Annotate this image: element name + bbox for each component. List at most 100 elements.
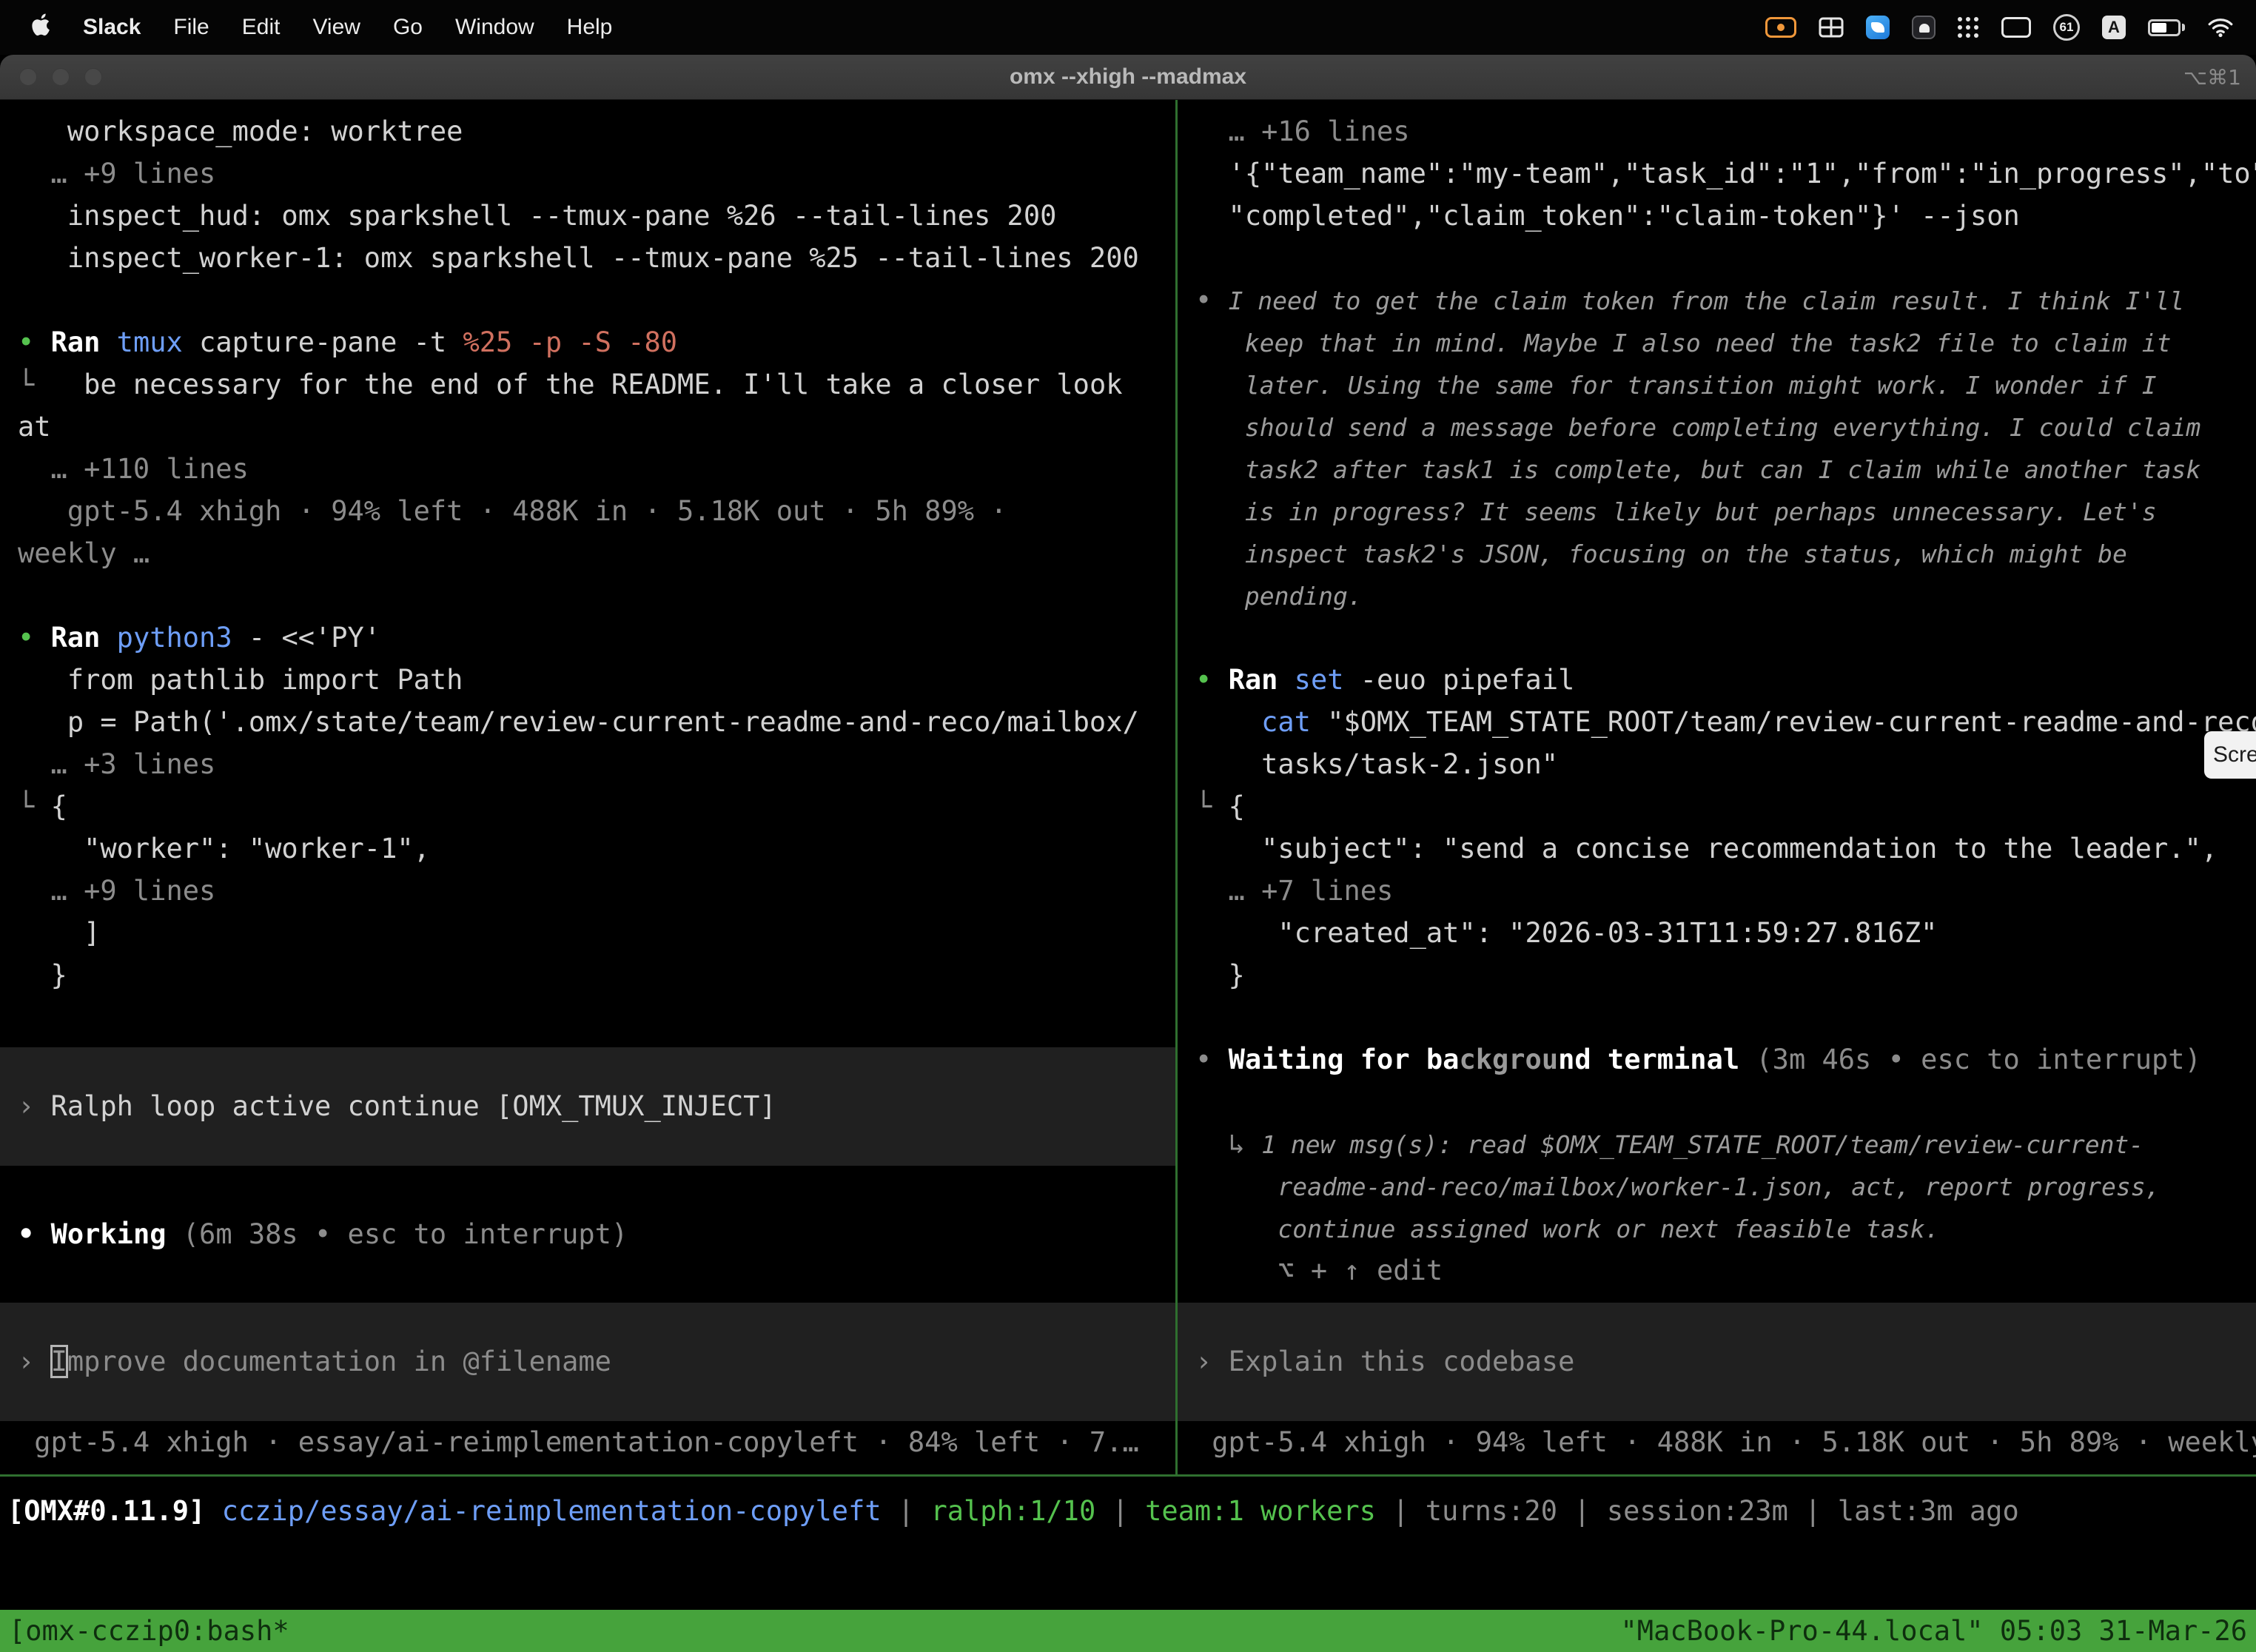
terminal-line: is in progress? It seems likely but perh… [1178,490,2256,532]
dots-grid-icon[interactable] [1958,17,1979,38]
menu-window[interactable]: Window [455,15,534,40]
terminal-line [0,279,1175,321]
terminal-line: ] [0,912,1175,954]
terminal-line: readme-and-reco/mailbox/worker-1.json, a… [1178,1165,2256,1207]
terminal-line: task2 after task1 is complete, but can I… [1178,448,2256,490]
window-tiling-icon[interactable] [1819,17,1844,38]
terminal-window: omx --xhigh --madmax ⌥⌘1 workspace_mode:… [0,55,2256,1652]
terminal-line: } [0,954,1175,996]
terminal-line: └ { [1178,785,2256,827]
wifi-icon[interactable] [2207,17,2234,38]
menu-bar: Slack File Edit View Go Window Help 61 A [0,0,2256,55]
waiting-status: • Waiting for background terminal (3m 46… [1178,1038,2256,1081]
battery-percent-badge[interactable]: 61 [2053,14,2080,41]
terminal-line: └ { [0,785,1175,827]
terminal-line: cat "$OMX_TEAM_STATE_ROOT/team/review-cu… [1178,701,2256,743]
terminal-line: ⌥ + ↑ edit [1178,1249,2256,1292]
tmux-pane-left[interactable]: workspace_mode: worktree … +9 lines insp… [0,100,1175,1474]
terminal-line [1178,237,2256,279]
terminal-line [0,574,1175,617]
terminal-line: └ be necessary for the end of the README… [0,363,1175,406]
terminal-line: weekly … [0,532,1175,574]
menu-help[interactable]: Help [567,15,613,40]
menu-items: Slack File Edit View Go Window Help [31,13,612,41]
terminal-line: inspect_hud: omx sparkshell --tmux-pane … [0,195,1175,237]
pane-status-line: gpt-5.4 xhigh · essay/ai-reimplementatio… [0,1421,1175,1463]
terminal-line: gpt-5.4 xhigh · 94% left · 488K in · 5.1… [0,490,1175,532]
injected-prompt: › Ralph loop active continue [OMX_TMUX_I… [0,1047,1175,1166]
terminal-line: • I need to get the claim token from the… [1178,279,2256,321]
tmux-session-label: [omx-cczip0:bash* [9,1610,289,1652]
terminal-line: ↳ 1 new msg(s): read $OMX_TEAM_STATE_ROO… [1178,1123,2256,1165]
close-button[interactable] [19,68,37,86]
battery-fill [2152,23,2166,33]
terminal-line: inspect_worker-1: omx sparkshell --tmux-… [0,237,1175,279]
window-shortcut-hint: ⌥⌘1 [2183,65,2256,90]
window-title-bar[interactable]: omx --xhigh --madmax ⌥⌘1 [0,55,2256,100]
tmux-host-clock: "MacBook-Pro-44.local" 05:03 31-Mar-26 [1621,1610,2247,1652]
edge-tooltip: Scre [2204,731,2256,779]
terminal-line: … +7 lines [1178,870,2256,912]
terminal-line: … +110 lines [0,448,1175,490]
terminal-line: at [0,406,1175,448]
terminal-line: keep that in mind. Maybe I also need the… [1178,321,2256,363]
terminal-app-icon[interactable] [1912,16,1936,39]
omx-session-status: [OMX#0.11.9] cczip/essay/ai-reimplementa… [0,1490,2256,1532]
menu-go[interactable]: Go [393,15,423,40]
terminal-line: … +9 lines [0,870,1175,912]
tmux-status-bar: [omx-cczip0:bash* "MacBook-Pro-44.local"… [0,1610,2256,1652]
battery-nub [2182,24,2185,31]
input-source-icon[interactable]: A [2102,16,2126,39]
tmux-pane-right[interactable]: … +16 lines '{"team_name":"my-team","tas… [1178,100,2256,1474]
terminal-line: workspace_mode: worktree [0,110,1175,152]
battery-icon[interactable] [2148,19,2185,36]
terminal-line: } [1178,954,2256,996]
terminal-line: "worker": "worker-1", [0,827,1175,870]
terminal-line [1178,996,2256,1038]
working-status: • Working (6m 38s • esc to interrupt) [0,1213,1175,1255]
terminal-line: … +16 lines [1178,110,2256,152]
terminal-line: tasks/task-2.json" [1178,743,2256,785]
terminal-line: "subject": "send a concise recommendatio… [1178,827,2256,870]
terminal-line: • Ran python3 - <<'PY' [0,617,1175,659]
window-controls [0,68,102,86]
terminal-line: pending. [1178,574,2256,617]
minimize-button[interactable] [52,68,70,86]
terminal-line: later. Using the same for transition mig… [1178,363,2256,406]
window-title: omx --xhigh --madmax [0,64,2256,90]
terminal-content: workspace_mode: worktree … +9 lines insp… [0,100,2256,1652]
apple-menu-icon[interactable] [31,13,50,41]
menu-bar-status-icons: 61 A [1765,14,2234,41]
menu-view[interactable]: View [312,15,360,40]
omx-status-line: [OMX#0.11.9] cczip/essay/ai-reimplementa… [0,1490,2256,1532]
zoom-button[interactable] [84,68,102,86]
terminal-line: p = Path('.omx/state/team/review-current… [0,701,1175,743]
terminal-line [0,996,1175,1038]
terminal-line: "created_at": "2026-03-31T11:59:27.816Z" [1178,912,2256,954]
display-mirroring-icon[interactable] [2001,17,2031,38]
battery-body [2148,19,2181,36]
apple-logo-icon [31,13,50,36]
prompt-input: › Improve documentation in @filename [0,1303,1175,1421]
pane-status-line: gpt-5.4 xhigh · 94% left · 488K in · 5.1… [1178,1421,2256,1463]
blue-app-icon[interactable] [1866,16,1890,39]
terminal-line [1178,1081,2256,1123]
terminal-line: • Ran tmux capture-pane -t %25 -p -S -80 [0,321,1175,363]
pane-divider-horizontal [0,1474,2256,1477]
terminal-line: … +9 lines [0,152,1175,195]
prompt-suggestion: › Explain this codebase [1178,1303,2256,1421]
terminal-line: '{"team_name":"my-team","task_id":"1","f… [1178,152,2256,195]
desktop-screen: Slack File Edit View Go Window Help 61 A [0,0,2256,1652]
terminal-line: from pathlib import Path [0,659,1175,701]
terminal-line: should send a message before completing … [1178,406,2256,448]
menu-app-name[interactable]: Slack [83,15,141,40]
terminal-line [1178,617,2256,659]
terminal-line: • Ran set -euo pipefail [1178,659,2256,701]
terminal-line: continue assigned work or next feasible … [1178,1207,2256,1249]
menu-edit[interactable]: Edit [242,15,281,40]
screen-recording-icon[interactable] [1765,17,1796,38]
terminal-line: … +3 lines [0,743,1175,785]
menu-file[interactable]: File [173,15,209,40]
terminal-line: inspect task2's JSON, focusing on the st… [1178,532,2256,574]
terminal-line: "completed","claim_token":"claim-token"}… [1178,195,2256,237]
